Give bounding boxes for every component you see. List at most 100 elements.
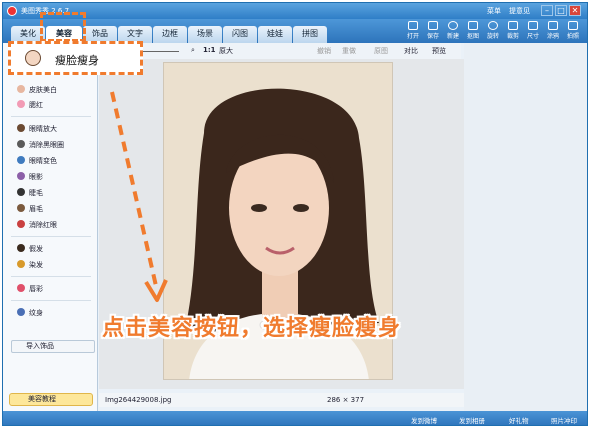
eye-enlarge-label: 眼睛放大 [29,125,57,133]
crop-icon [508,21,518,30]
tab-bar: 美化 美容 饰品 文字 边框 场景 闪图 娃娃 拼图 打开 保存 新建 抠图 旋… [3,19,587,43]
dark-circle-item[interactable]: 消除黑眼圈 [17,139,64,151]
tab-flash[interactable]: 闪图 [223,26,257,43]
tab-collage[interactable]: 拼图 [293,26,327,43]
hair-dye-label: 染发 [29,261,43,269]
beauty-tutorial-button[interactable]: 美容教程 [9,393,93,406]
tab-doll[interactable]: 娃娃 [258,26,292,43]
save-label: 保存 [426,33,439,40]
blush-icon [17,100,25,108]
red-eye-item[interactable]: 消除红眼 [17,219,57,231]
doodle-label: 涂鸦 [546,33,559,40]
doodle-tool-button[interactable]: 涂鸦 [543,21,563,40]
close-button[interactable]: ✕ [569,5,581,16]
divider [11,236,91,237]
slim-face-popup[interactable]: 瘦脸瘦身 [8,41,143,75]
preview-button[interactable]: 预览 [432,46,446,56]
dark-circle-label: 消除黑眼圈 [29,141,64,149]
divider [11,116,91,117]
eyebrow-item[interactable]: 眉毛 [17,203,43,215]
eyeshadow-label: 眼影 [29,173,43,181]
blush-item[interactable]: 腮红 [17,99,43,111]
share-weibo-button[interactable]: 发到微博 [411,415,437,425]
crop-label: 裁剪 [506,33,519,40]
cutout-label: 抠图 [466,33,479,40]
red-eye-label: 消除红眼 [29,221,57,229]
left-panel: 皮肤美白 腮红 眼睛放大 消除黑眼圈 眼睛变色 眼影 睫毛 眉毛 消除红眼 假发… [3,43,98,411]
import-accessory-button[interactable]: 导入饰品 [11,340,95,353]
bottom-bar: 发到微博 发到相册 好礼物 照片冲印 [3,411,587,425]
eyebrow-label: 眉毛 [29,205,43,213]
crop-tool-button[interactable]: 裁剪 [503,21,523,40]
cutout-icon [468,21,478,30]
skin-whiten-item[interactable]: 皮肤美白 [17,84,57,96]
wig-item[interactable]: 假发 [17,243,43,255]
eye-icon [17,172,25,180]
camera-icon [568,21,578,30]
eye-enlarge-item[interactable]: 眼睛放大 [17,123,57,135]
resize-tool-button[interactable]: 尺寸 [523,21,543,40]
camera-tool-button[interactable]: 拍照 [563,21,583,40]
eyelash-item[interactable]: 睫毛 [17,187,43,199]
hair-icon [17,260,25,268]
eyelash-label: 睫毛 [29,189,43,197]
eye-icon [17,220,25,228]
right-panel [464,43,587,411]
skin-icon [17,85,25,93]
lash-icon [17,188,25,196]
rotate-tool-button[interactable]: 旋转 [483,21,503,40]
face-icon [25,50,41,66]
feedback-button[interactable]: 提意见 [509,6,530,16]
new-label: 新建 [446,33,459,40]
tattoo-icon [17,308,25,316]
divider [11,276,91,277]
edit-toolbar: ⌕ 1:1 原大 撤销 重做 原图 对比 预览 [99,43,461,59]
cutout-tool-button[interactable]: 抠图 [463,21,483,40]
eye-color-label: 眼睛变色 [29,157,57,165]
plus-icon [448,21,458,30]
tattoo-item[interactable]: 纹身 [17,307,43,319]
photo-print-button[interactable]: 照片冲印 [551,415,577,425]
eye-icon [17,156,25,164]
menu-button[interactable]: 菜单 [487,6,501,16]
lip-color-label: 唇彩 [29,285,43,293]
title-bar: 美图秀秀 2.6.7 菜单 提意见 – □ ✕ [3,3,587,19]
blush-label: 腮红 [29,101,43,109]
minimize-button[interactable]: – [541,5,553,16]
skin-whiten-label: 皮肤美白 [29,86,57,94]
file-name: Img264429008.jpg [105,396,172,404]
highlight-beauty-tab [40,12,86,42]
rotate-label: 旋转 [486,33,499,40]
eye-icon [17,140,25,148]
maximize-button[interactable]: □ [555,5,567,16]
lip-color-item[interactable]: 唇彩 [17,283,43,295]
image-size: 286 × 377 [327,396,365,404]
compare-button[interactable]: 对比 [404,46,418,56]
save-tool-button[interactable]: 保存 [423,21,443,40]
eye-color-item[interactable]: 眼睛变色 [17,155,57,167]
tab-border[interactable]: 边框 [153,26,187,43]
redo-button[interactable]: 重做 [342,46,356,56]
new-tool-button[interactable]: 新建 [443,21,463,40]
hair-dye-item[interactable]: 染发 [17,259,43,271]
resize-label: 尺寸 [526,33,539,40]
original-button[interactable]: 原图 [374,46,388,56]
status-row: Img264429008.jpg 286 × 377 [99,393,464,407]
open-label: 打开 [406,33,419,40]
hair-icon [17,244,25,252]
wig-label: 假发 [29,245,43,253]
tab-scene[interactable]: 场景 [188,26,222,43]
save-icon [428,21,438,30]
pen-icon [548,21,558,30]
undo-button[interactable]: 撤销 [317,46,331,56]
zoom-search-icon[interactable]: ⌕ [191,46,195,55]
gift-button[interactable]: 好礼物 [509,415,529,425]
open-tool-button[interactable]: 打开 [403,21,423,40]
tattoo-label: 纹身 [29,309,43,317]
eyeshadow-item[interactable]: 眼影 [17,171,43,183]
share-album-button[interactable]: 发到相册 [459,415,485,425]
actual-size-button[interactable]: 原大 [219,46,233,56]
lips-icon [17,284,25,292]
divider [11,300,91,301]
zoom-ratio[interactable]: 1:1 [203,46,216,54]
